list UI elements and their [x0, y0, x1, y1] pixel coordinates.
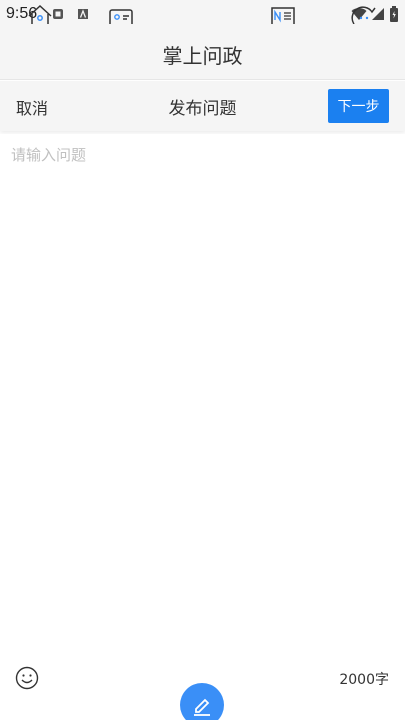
question-input[interactable]	[0, 134, 405, 654]
status-bar: 9:56	[0, 0, 405, 30]
compose-toolbar: 取消 发布问题 下一步	[0, 81, 405, 131]
id-card-icon[interactable]	[108, 4, 134, 24]
next-step-button[interactable]: 下一步	[328, 89, 389, 123]
edit-icon	[194, 698, 210, 716]
battery-icon	[390, 6, 398, 22]
app-title: 掌上问政	[162, 44, 243, 68]
text-app-icon	[78, 9, 88, 19]
compose-fab[interactable]	[180, 683, 224, 720]
news-icon[interactable]	[270, 4, 296, 24]
app-notification-icon	[53, 9, 63, 19]
home-icon[interactable]	[27, 4, 53, 24]
char-limit: 2000字	[339, 672, 389, 688]
chat-icon[interactable]	[351, 4, 377, 24]
smiley-icon[interactable]	[15, 666, 39, 690]
app-header: 掌上问政	[0, 30, 405, 80]
